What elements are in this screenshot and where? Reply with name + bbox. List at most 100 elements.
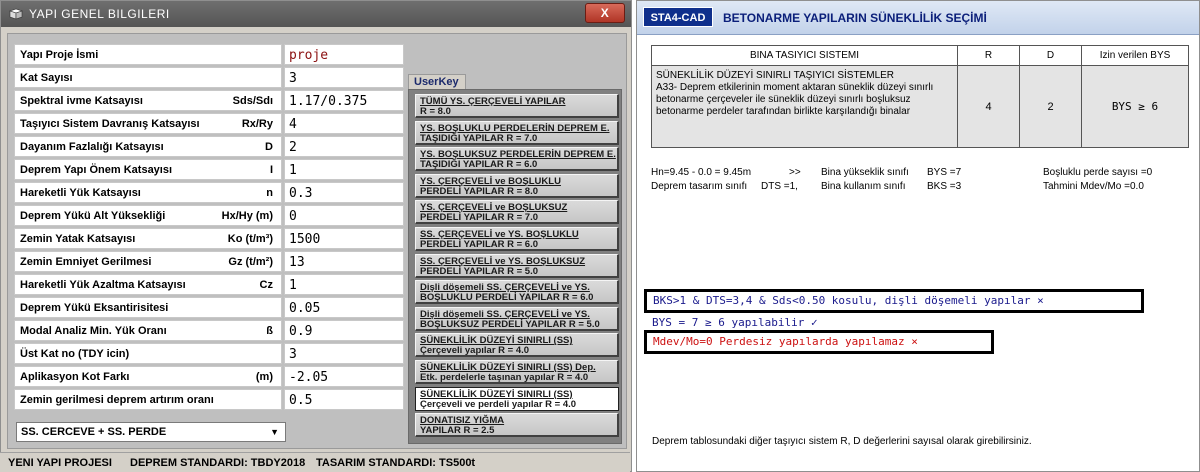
form-row: Hareketli Yük Azaltma Katsayısı Cz 1	[14, 274, 404, 297]
form-row: Dayanım Fazlalığı Katsayısı D 2	[14, 136, 404, 159]
userkey-system-button[interactable]: YS. ÇERÇEVELİ ve BOŞLUKLU PERDELİ YAPILAR…	[415, 173, 619, 198]
userkey-system-button[interactable]: YS. BOŞLUKLU PERDELERİN DEPREM E. TAŞIDIĞ…	[415, 120, 619, 145]
button-line-2: Çerçeveli yapılar R = 4.0	[420, 345, 530, 357]
button-line-2: R = 8.0	[420, 106, 451, 117]
field-input[interactable]: 0.5	[284, 389, 404, 410]
button-line-2: PERDELİ YAPILAR R = 7.0	[420, 212, 538, 224]
field-input[interactable]: 13	[284, 251, 404, 272]
message-mdev-warning: Mdev/Mo=0 Perdesiz yapılarda yapılamaz ×	[644, 330, 994, 354]
field-label: Taşıyıcı Sistem Davranış Katsayısı Rx/Ry	[14, 113, 282, 134]
field-label: Hareketli Yük Azaltma Katsayısı Cz	[14, 274, 282, 295]
field-label: Zemin Yatak Katsayısı Ko (t/m³)	[14, 228, 282, 249]
field-unit: n	[266, 187, 273, 199]
button-line-2: Etk. perdelerle taşınan yapılar R = 4.0	[420, 372, 589, 383]
header-r: R	[957, 45, 1020, 66]
value-r: 4	[957, 65, 1020, 148]
field-input[interactable]: 0.9	[284, 320, 404, 341]
button-line-2: TAŞIDIĞI YAPILAR R = 6.0	[420, 159, 538, 171]
chevron-down-icon: ▼	[270, 427, 279, 437]
field-unit: D	[265, 141, 273, 153]
userkey-system-button[interactable]: SÜNEKLİLİK DÜZEYİ SINIRLI (SS) Dep. Etk. …	[415, 360, 619, 384]
field-label-text: Hareketli Yük Azaltma Katsayısı	[20, 279, 186, 291]
close-button[interactable]: X	[585, 3, 625, 23]
form-row: Aplikasyon Kot Farkı (m) -2.05	[14, 366, 404, 389]
field-unit: ß	[266, 325, 273, 337]
field-label-text: Yapı Proje İsmi	[20, 49, 99, 61]
userkey-system-button[interactable]: TÜMÜ YS. ÇERÇEVELİ YAPILAR R = 8.0	[415, 94, 619, 118]
message-bys-ok: BYS = 7 ≥ 6 yapılabilir ✓	[652, 316, 818, 329]
field-label-text: Kat Sayısı	[20, 72, 73, 84]
field-unit: Sds/Sdı	[232, 95, 273, 107]
field-input[interactable]: 4	[284, 113, 404, 134]
value-d: 2	[1019, 65, 1082, 148]
userkey-system-button[interactable]: Dişli döşemeli SS. ÇERÇEVELİ ve YS. BOŞLU…	[415, 280, 619, 305]
field-input[interactable]: proje	[284, 44, 404, 65]
field-label-text: Spektral ivme Katsayısı	[20, 95, 143, 107]
form-row: Modal Analiz Min. Yük Oranı ß 0.9	[14, 320, 404, 343]
field-label-text: Aplikasyon Kot Farkı	[20, 371, 130, 383]
field-input[interactable]: 1	[284, 159, 404, 180]
field-input[interactable]: 1.17/0.375	[284, 90, 404, 111]
field-unit: Cz	[259, 279, 273, 291]
field-label: Hareketli Yük Katsayısı n	[14, 182, 282, 203]
field-unit: Gz (t/m²)	[228, 256, 273, 268]
button-line-2: PERDELİ YAPILAR R = 8.0	[420, 185, 538, 197]
field-unit: Rx/Ry	[241, 118, 273, 130]
tab-userkey[interactable]: UserKey	[408, 74, 466, 90]
value-bys: BYS ≥ 6	[1081, 65, 1189, 148]
info-bys-value: BYS =7	[927, 167, 962, 178]
userkey-panel: TÜMÜ YS. ÇERÇEVELİ YAPILAR R = 8.0 YS. BOŞ…	[408, 89, 622, 444]
userkey-system-button[interactable]: YS. ÇERÇEVELİ ve BOŞLUKSUZ PERDELİ YAPILA…	[415, 200, 619, 225]
field-input[interactable]: 1500	[284, 228, 404, 249]
status-tasarim-standard: TASARIM STANDARDI: TS500t	[316, 457, 476, 469]
header-bar: STA4-CAD BETONARME YAPILARIN SÜNEKLİLİK …	[637, 1, 1199, 35]
userkey-system-button[interactable]: SS. ÇERÇEVELİ ve YS. BOŞLUKSUZ PERDELİ YA…	[415, 253, 619, 278]
field-input[interactable]: 0	[284, 205, 404, 226]
field-input[interactable]: -2.05	[284, 366, 404, 387]
field-unit: (m)	[255, 371, 273, 383]
userkey-system-button[interactable]: YS. BOŞLUKSUZ PERDELERİN DEPREM E. TAŞIDI…	[415, 147, 619, 172]
footnote: Deprem tablosundaki diğer taşıyıcı siste…	[652, 436, 1032, 447]
button-line-2: BOŞLUKLU PERDELİ YAPILAR R = 6.0	[420, 292, 594, 304]
dropdown-selected-value: SS. CERCEVE + SS. PERDE	[21, 426, 167, 438]
field-label: Dayanım Fazlalığı Katsayısı D	[14, 136, 282, 157]
form-row: Üst Kat no (TDY icin) 3	[14, 343, 404, 366]
button-line-2: PERDELİ YAPILAR R = 5.0	[420, 265, 538, 277]
table-row[interactable]: SÜNEKLİLİK DÜZEYİ SINIRLI TAŞIYICI SİSTE…	[651, 65, 1189, 148]
status-bar: YENI YAPI PROJESI DEPREM STANDARDI: TBDY…	[0, 452, 630, 472]
field-label: Yapı Proje İsmi	[14, 44, 282, 65]
button-line-2: BOŞLUKSUZ PERDELİ YAPILAR R = 5.0	[420, 318, 600, 330]
form-row: Zemin gerilmesi deprem artırım oranı 0.5	[14, 389, 404, 412]
field-label: Kat Sayısı	[14, 67, 282, 88]
field-input[interactable]: 1	[284, 274, 404, 295]
field-label-text: Deprem Yapı Önem Katsayısı	[20, 164, 173, 176]
status-deprem-standard: DEPREM STANDARDI: TBDY2018	[130, 457, 306, 469]
field-input[interactable]: 0.3	[284, 182, 404, 203]
userkey-system-button[interactable]: Dişli döşemeli SS. ÇERÇEVELİ ve YS. BOŞLU…	[415, 306, 619, 331]
system-type-dropdown[interactable]: SS. CERCEVE + SS. PERDE ▼	[16, 422, 286, 442]
userkey-system-button[interactable]: SS. ÇERÇEVELİ ve YS. BOŞLUKLU PERDELİ YAP…	[415, 227, 619, 251]
userkey-system-button[interactable]: DONATISIZ YIĞMA YAPILAR R = 2.5	[415, 413, 619, 438]
field-label-text: Taşıyıcı Sistem Davranış Katsayısı	[20, 118, 200, 130]
form-row: Deprem Yükü Eksantirisitesi 0.05	[14, 297, 404, 320]
field-label: Deprem Yapı Önem Katsayısı I	[14, 159, 282, 180]
userkey-system-button[interactable]: SÜNEKLİLİK DÜZEYİ SINIRLI (SS) Çerçeveli …	[415, 333, 619, 358]
field-label-text: Zemin gerilmesi deprem artırım oranı	[20, 394, 214, 406]
field-label: Zemin gerilmesi deprem artırım oranı	[14, 389, 282, 410]
info-dts-value: DTS =1,	[761, 181, 798, 192]
field-input[interactable]: 3	[284, 67, 404, 88]
field-label: Üst Kat no (TDY icin)	[14, 343, 282, 364]
field-input[interactable]: 2	[284, 136, 404, 157]
system-description-body: A33- Deprem etkilerinin moment aktaran s…	[656, 82, 934, 117]
field-input[interactable]: 0.05	[284, 297, 404, 318]
field-unit: Ko (t/m³)	[227, 233, 273, 245]
field-label: Spektral ivme Katsayısı Sds/Sdı	[14, 90, 282, 111]
sta4cad-logo: STA4-CAD	[643, 7, 713, 27]
general-info-form: Yapı Proje İsmi proje Kat Sayısı 3 Spektral …	[14, 44, 404, 412]
field-input[interactable]: 3	[284, 343, 404, 364]
system-table: BINA TASIYICI SISTEMI R D Izin verilen B…	[651, 45, 1189, 148]
userkey-system-button[interactable]: SÜNEKLİLİK DÜZEYİ SINIRLI (SS) Çerçeveli …	[415, 386, 619, 411]
info-bys-label: Bina yükseklik sınıfı	[821, 167, 909, 178]
field-label-text: Zemin Yatak Katsayısı	[20, 233, 136, 245]
info-dts-label: Deprem tasarım sınıfı	[651, 181, 748, 192]
